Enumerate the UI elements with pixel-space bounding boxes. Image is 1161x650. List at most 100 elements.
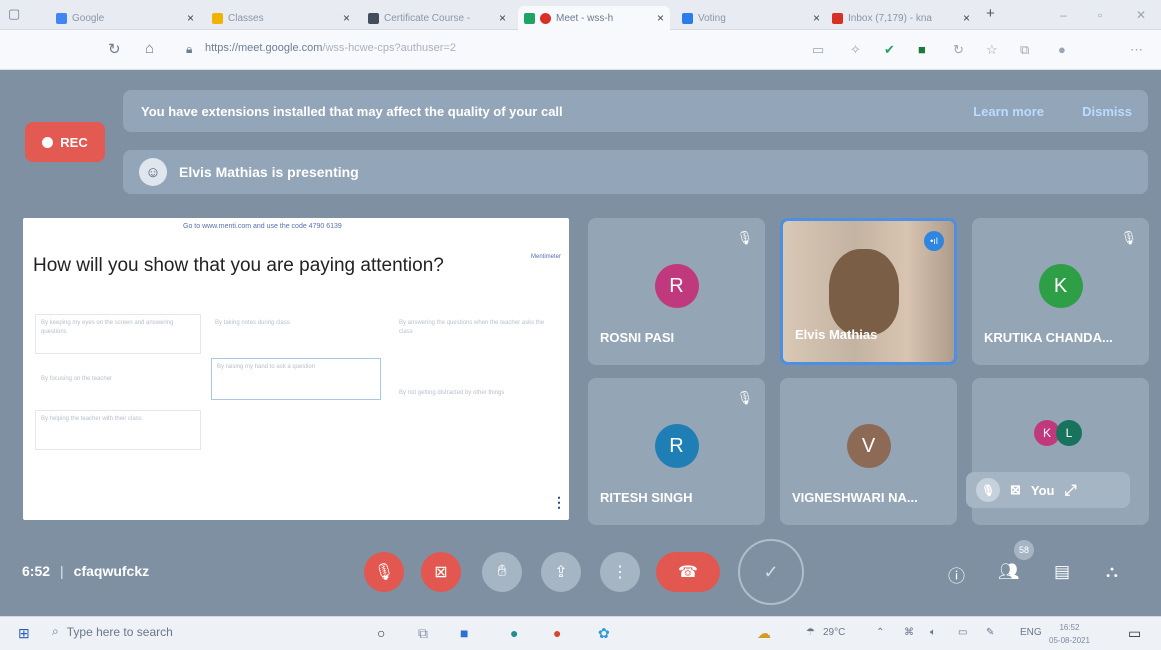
network-icon[interactable]: ⌘ xyxy=(904,627,914,638)
check-icon: ✓ xyxy=(763,561,779,582)
system-clock[interactable]: 16:52 05-08-2021 xyxy=(1049,621,1090,647)
rec-label: REC xyxy=(60,134,88,150)
pen-icon[interactable]: ✎ xyxy=(986,627,994,638)
tab-certificate-course[interactable]: Certificate Course - × xyxy=(362,6,512,30)
meet-window: You have extensions installed that may a… xyxy=(0,70,1161,616)
new-tab-button[interactable]: + xyxy=(986,5,995,22)
slide-menu-icon[interactable]: ⋮ xyxy=(552,494,566,510)
participant-tile[interactable]: 🎙︎ R RITESH SINGH xyxy=(588,378,765,525)
learn-more-link[interactable]: Learn more xyxy=(973,104,1044,119)
close-tab-icon[interactable]: × xyxy=(963,11,970,25)
attendance-check-button[interactable]: ✓ xyxy=(738,539,804,605)
answer-option: By helping the teacher with their class xyxy=(35,410,201,450)
taskbar-search[interactable]: ⌕ Type here to search xyxy=(52,624,173,639)
answer-option: By keeping my eyes on the screen and ans… xyxy=(35,314,201,354)
menti-code: Go to www.menti.com and use the code 479… xyxy=(183,223,342,230)
close-tab-icon[interactable]: × xyxy=(343,11,350,25)
video-face xyxy=(829,249,899,335)
more-vert-icon: ⋮ xyxy=(612,564,628,581)
chat-icon[interactable]: ▤ xyxy=(1054,562,1070,582)
activities-icon[interactable]: ⛬ xyxy=(1106,562,1118,582)
people-icon[interactable]: 👥︎ xyxy=(998,562,1020,582)
volume-icon[interactable]: 🔈︎ xyxy=(930,627,936,638)
favorites-icon[interactable]: ☆ xyxy=(986,42,998,58)
recording-indicator[interactable]: REC xyxy=(25,122,105,162)
chevron-up-icon[interactable]: ⌃ xyxy=(876,627,884,638)
profile-icon[interactable]: ● xyxy=(1058,42,1066,57)
tab-classes[interactable]: Classes × xyxy=(206,6,356,30)
tab-meet[interactable]: Meet - wss-h × xyxy=(518,6,670,30)
tab-voting[interactable]: Voting × xyxy=(676,6,826,30)
participant-name: KRUTIKA CHANDA... xyxy=(984,330,1113,345)
avatar: L xyxy=(1056,420,1082,446)
camera-toggle-button[interactable]: ⊠ xyxy=(421,552,461,592)
leave-call-button[interactable]: ☎︎ xyxy=(656,552,720,592)
camera-icon[interactable]: ▭ xyxy=(812,42,824,58)
mentimeter-logo: Mentimeter xyxy=(530,254,561,260)
close-tab-icon[interactable]: × xyxy=(813,11,820,25)
browser-tab-bar: ▢ Google × Classes × Certificate Course … xyxy=(0,0,1161,30)
close-tab-icon[interactable]: × xyxy=(187,11,194,25)
expand-icon[interactable]: ⤢ xyxy=(1065,482,1077,499)
more-options-button[interactable]: ⋮ xyxy=(600,552,640,592)
mic-toggle-button[interactable]: 🎙︎ xyxy=(364,552,404,592)
tab-inbox[interactable]: Inbox (7,179) - kna × xyxy=(826,6,976,30)
collections-icon[interactable]: ⧉ xyxy=(1020,42,1029,58)
weather-icon[interactable]: ☁ xyxy=(757,625,771,642)
camera-off-icon: ⊠ xyxy=(434,564,448,581)
mail-icon[interactable]: ■ xyxy=(460,625,468,641)
maximize-icon[interactable]: ▫ xyxy=(1098,8,1102,22)
classes-icon xyxy=(212,12,223,24)
tab-label: Meet - wss-h xyxy=(556,12,614,24)
tab-actions-icon[interactable]: ▢ xyxy=(8,6,20,22)
close-tab-icon[interactable]: × xyxy=(499,11,506,25)
edge-icon[interactable]: ● xyxy=(510,625,518,641)
raise-hand-button[interactable]: ✋︎ xyxy=(482,552,522,592)
tab-google[interactable]: Google × xyxy=(50,6,200,30)
app-icon[interactable]: ✿ xyxy=(598,625,610,642)
close-window-icon[interactable]: ✕ xyxy=(1136,8,1146,22)
powerpoint-icon[interactable]: ● xyxy=(553,625,561,641)
mic-off-icon: 🎙︎ xyxy=(1120,230,1137,245)
more-menu-icon[interactable]: ⋯ xyxy=(1130,42,1143,58)
close-tab-icon[interactable]: × xyxy=(657,11,664,25)
language-indicator[interactable]: ENG xyxy=(1020,627,1042,638)
refresh-extension-icon[interactable]: ↻ xyxy=(953,42,964,58)
presentation-slide[interactable]: Go to www.menti.com and use the code 479… xyxy=(23,218,569,520)
task-view-icon[interactable]: ⧉ xyxy=(418,625,428,642)
url-field[interactable]: https://meet.google.com/wss-hcwe-cps?aut… xyxy=(205,42,456,54)
info-icon[interactable]: ⓘ xyxy=(948,562,965,587)
lock-icon[interactable]: 🔒︎ xyxy=(186,42,192,57)
windows-start-icon[interactable]: ⊞ xyxy=(18,625,30,642)
camera-off-icon[interactable]: ⊠ xyxy=(1010,482,1021,498)
answer-option: By focusing on the teacher xyxy=(41,376,113,382)
check-extension-icon[interactable]: ✔ xyxy=(884,42,895,58)
self-view-bar[interactable]: 🎙︎ ⊠ You ⤢ xyxy=(966,472,1130,508)
participant-name: RITESH SINGH xyxy=(600,490,693,505)
sheets-extension-icon[interactable]: ■ xyxy=(918,42,926,57)
url-host: https://meet.google.com xyxy=(205,42,323,54)
slide-question: How will you show that you are paying at… xyxy=(33,255,444,276)
participant-tile[interactable]: 🎙︎ R ROSNI PASI xyxy=(588,218,765,365)
participant-name: VIGNESHWARI NA... xyxy=(792,490,918,505)
battery-icon[interactable]: ▭ xyxy=(958,627,967,638)
participant-tile[interactable]: V VIGNESHWARI NA... xyxy=(780,378,957,525)
search-placeholder: Type here to search xyxy=(66,624,173,639)
cortana-icon[interactable]: ○ xyxy=(377,625,385,641)
participant-tile[interactable]: 🎙︎ K KRUTIKA CHANDA... xyxy=(972,218,1149,365)
participant-name: ROSNI PASI xyxy=(600,330,675,345)
participant-tile-video[interactable]: •ıl Elvis Mathias xyxy=(780,218,957,365)
presenting-bar: ☺ Elvis Mathias is presenting xyxy=(123,150,1148,194)
reload-icon[interactable]: ↻ xyxy=(108,40,121,58)
dismiss-button[interactable]: Dismiss xyxy=(1082,104,1132,119)
mic-off-icon[interactable]: 🎙︎ xyxy=(976,478,1000,502)
home-icon[interactable]: ⌂ xyxy=(145,40,154,57)
minimize-icon[interactable]: – xyxy=(1060,8,1067,22)
present-button[interactable]: ⇪ xyxy=(541,552,581,592)
mic-off-icon: 🎙︎ xyxy=(736,230,753,245)
temperature-text[interactable]: 29°C xyxy=(823,627,845,638)
extensions-icon[interactable]: ✧ xyxy=(850,42,861,58)
notifications-icon[interactable]: ▭ xyxy=(1128,625,1141,642)
tab-label: Google xyxy=(72,12,105,24)
present-icon: ⇪ xyxy=(554,564,568,581)
